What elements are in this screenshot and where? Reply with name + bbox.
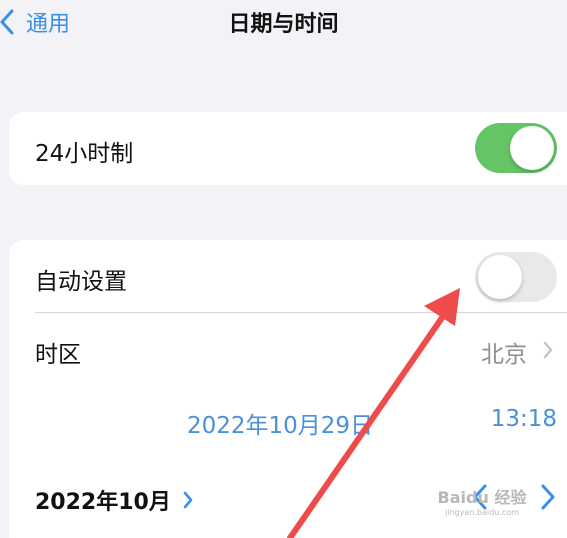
watermark-logo: Baidu 经验	[437, 488, 527, 507]
24-hour-toggle[interactable]	[475, 123, 557, 173]
watermark-url: jingyan.baidu.com	[445, 508, 519, 517]
date-time-settings-screen: 通用 日期与时间 24小时制 自动设置 时区 北京 2022年10月29日 13…	[0, 0, 567, 538]
timezone-label: 时区	[35, 342, 81, 368]
month-selector[interactable]: 2022年10月	[35, 484, 193, 516]
chevron-right-icon	[183, 491, 193, 509]
chevron-right-icon	[541, 484, 555, 510]
navigation-bar: 通用 日期与时间	[0, 0, 567, 44]
next-month-button[interactable]	[541, 484, 555, 514]
24-hour-label: 24小时制	[35, 141, 134, 167]
toggle-knob	[478, 255, 522, 299]
toggle-knob	[510, 126, 554, 170]
page-title: 日期与时间	[228, 12, 339, 37]
chevron-right-icon	[543, 341, 553, 363]
time-value[interactable]: 13:18	[491, 406, 557, 432]
watermark: Baidu 经验 jingyan.baidu.com	[437, 484, 527, 517]
auto-set-label: 自动设置	[35, 269, 127, 295]
settings-group-time-format: 24小时制	[9, 112, 567, 185]
timezone-value: 北京	[481, 342, 527, 368]
date-value[interactable]: 2022年10月29日	[187, 406, 373, 440]
month-label: 2022年10月	[35, 490, 171, 515]
row-divider	[35, 312, 567, 313]
auto-set-toggle[interactable]	[475, 252, 557, 302]
